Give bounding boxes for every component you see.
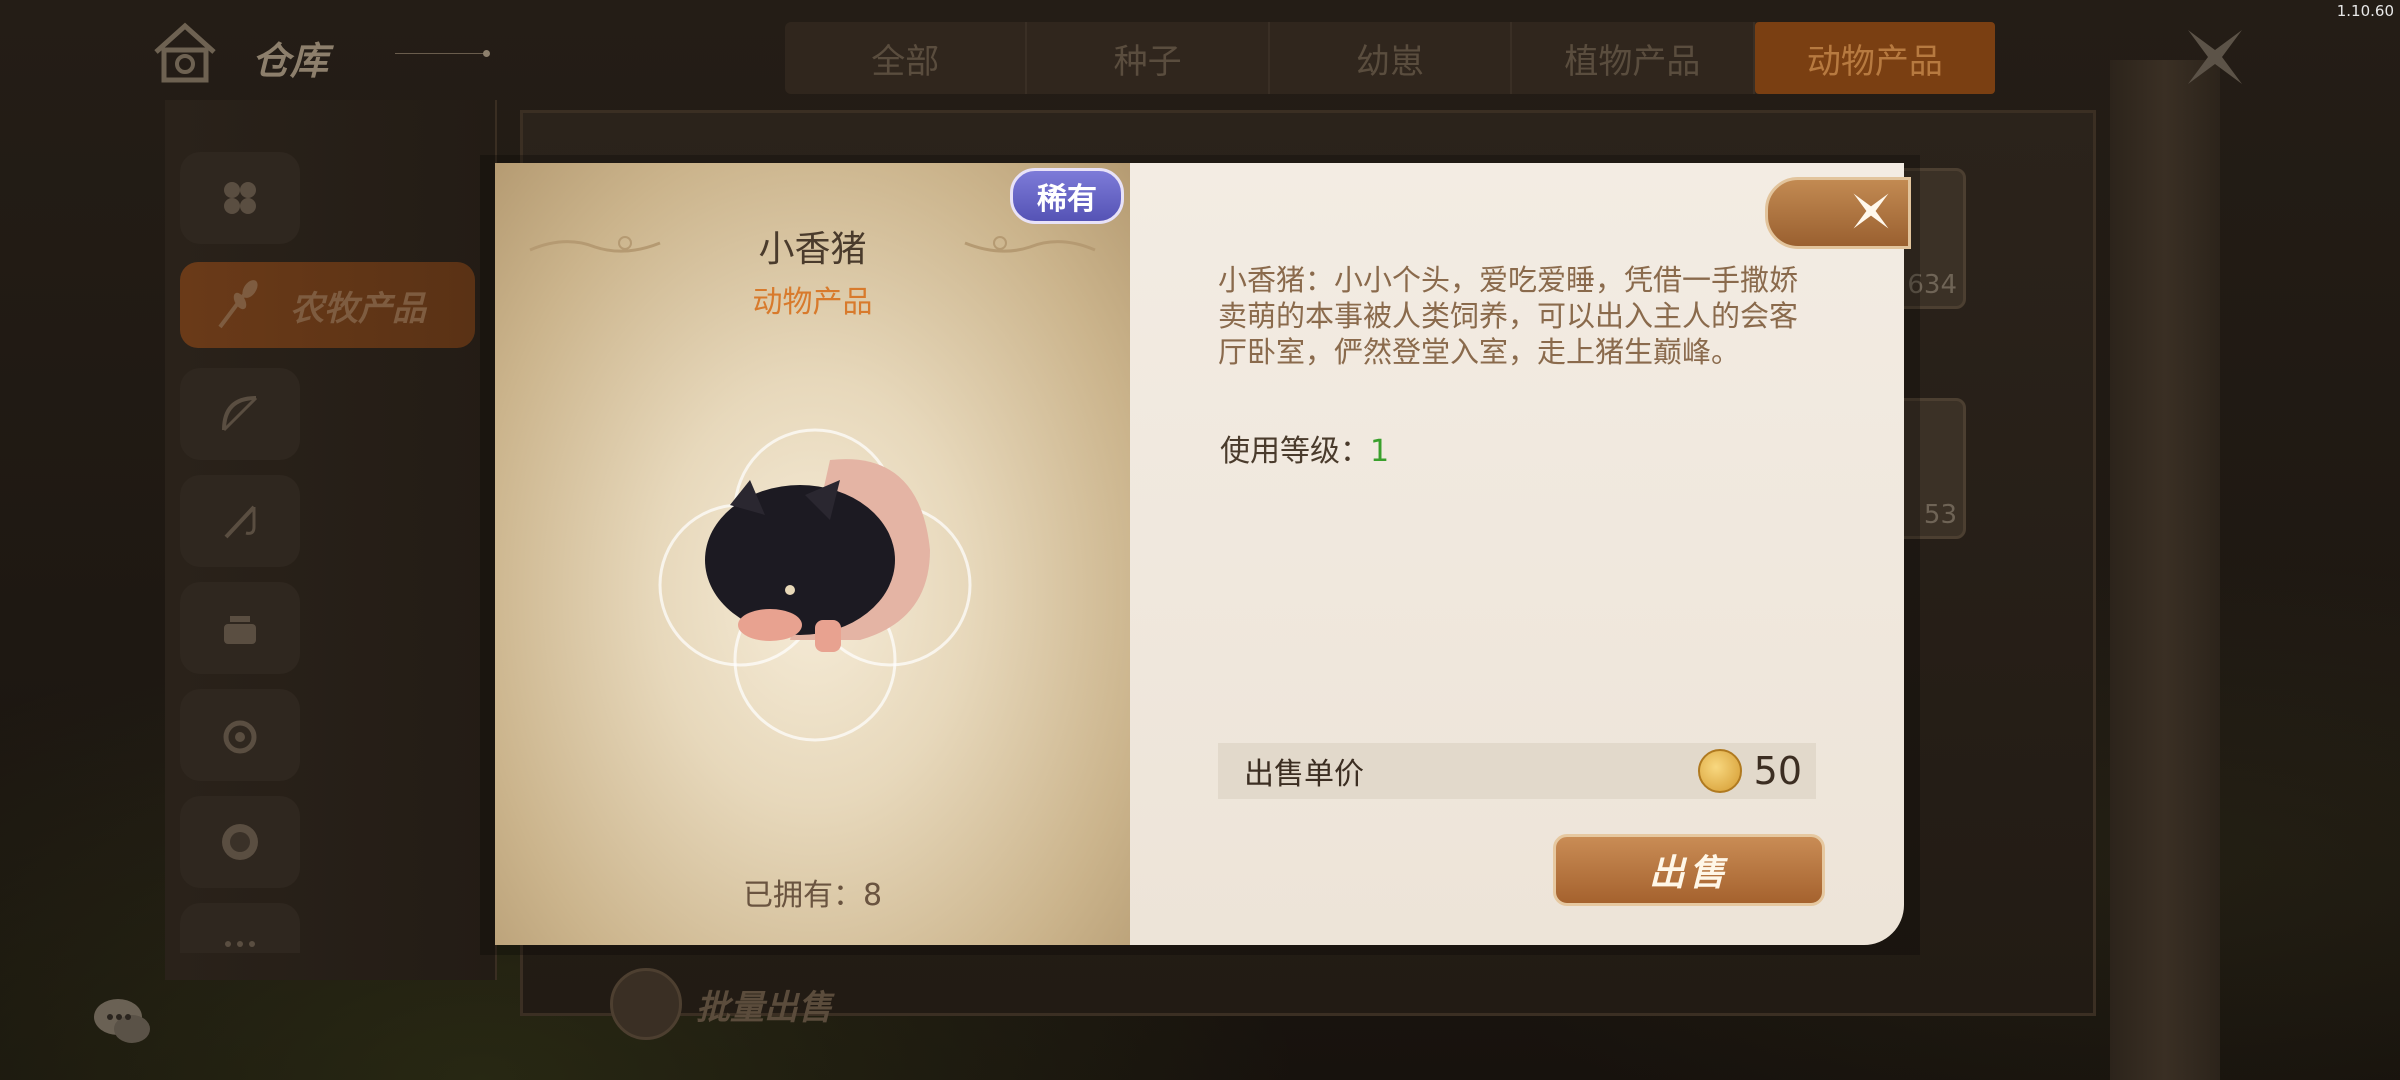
swirl-icon xyxy=(223,720,257,754)
pot-icon xyxy=(224,616,256,644)
title-divider xyxy=(395,53,485,54)
sidebar-item-more[interactable] xyxy=(180,903,300,953)
right-decoration xyxy=(2110,60,2220,1080)
chat-icon[interactable] xyxy=(92,995,152,1047)
sell-button-label: 出售 xyxy=(1648,852,1729,894)
home-icon[interactable] xyxy=(150,18,220,88)
bulk-sell-label: 批量出售 xyxy=(696,987,832,1028)
close-button[interactable] xyxy=(1765,177,1911,249)
grid-icon xyxy=(224,182,256,214)
sidebar-item-fishing[interactable] xyxy=(180,475,300,567)
coin-icon xyxy=(1697,749,1742,793)
more-icon xyxy=(225,941,255,947)
sidebar-item-label: 农牧产品 xyxy=(290,288,426,329)
price-value: 50 xyxy=(1753,749,1802,793)
tab-all[interactable]: 全部 xyxy=(785,22,1028,94)
sell-button[interactable]: 出售 xyxy=(1553,834,1825,906)
close-icon xyxy=(1853,193,1889,229)
money-bag-icon xyxy=(610,968,682,1040)
tab-cubs[interactable]: 幼崽 xyxy=(1270,22,1513,94)
price-row: 出售单价 50 xyxy=(1218,743,1816,799)
exit-icon[interactable] xyxy=(2180,22,2250,92)
sidebar-item-magic[interactable] xyxy=(180,689,300,781)
bow-icon xyxy=(222,396,258,432)
bulk-sell-button[interactable]: 批量出售 xyxy=(610,968,832,1040)
page-title: 仓库 xyxy=(252,38,329,83)
item-count: 53 xyxy=(1923,500,1957,530)
price-display: 50 xyxy=(1697,749,1802,793)
sidebar-item-accessories[interactable] xyxy=(180,796,300,888)
fishing-rod-icon xyxy=(224,505,256,539)
version-label: 1.10.60 xyxy=(2336,2,2394,20)
item-description: 小香猪：小小个头，爱吃爱睡，凭借一手撒娇卖萌的本事被人类饲养，可以出入主人的会客… xyxy=(1218,263,1799,369)
owned-count: 已拥有：8 xyxy=(742,878,883,913)
tab-animal-products[interactable]: 动物产品 xyxy=(1754,22,1996,94)
price-label: 出售单价 xyxy=(1244,757,1364,792)
sidebar-item-hunting[interactable] xyxy=(180,368,300,460)
mask-icon xyxy=(222,824,258,860)
sidebar-item-all[interactable] xyxy=(180,152,300,244)
use-level: 使用等级：1 xyxy=(1220,426,1389,470)
category-tabs: 全部 种子 幼崽 植物产品 动物产品 xyxy=(785,22,1996,94)
sidebar-item-cooking[interactable] xyxy=(180,582,300,674)
item-name: 小香猪 xyxy=(758,229,867,270)
tab-seeds[interactable]: 种子 xyxy=(1027,22,1270,94)
pig-illustration xyxy=(658,428,972,742)
sidebar-item-farm-products[interactable]: 农牧产品 xyxy=(180,262,475,348)
use-level-value: 1 xyxy=(1370,434,1390,469)
title-divider-dot xyxy=(483,50,490,57)
wheat-icon xyxy=(218,280,258,329)
tab-plant-products[interactable]: 植物产品 xyxy=(1512,22,1755,94)
item-category: 动物产品 xyxy=(752,285,873,320)
use-level-label: 使用等级： xyxy=(1220,434,1370,469)
rarity-badge: 稀有 xyxy=(1010,168,1124,224)
